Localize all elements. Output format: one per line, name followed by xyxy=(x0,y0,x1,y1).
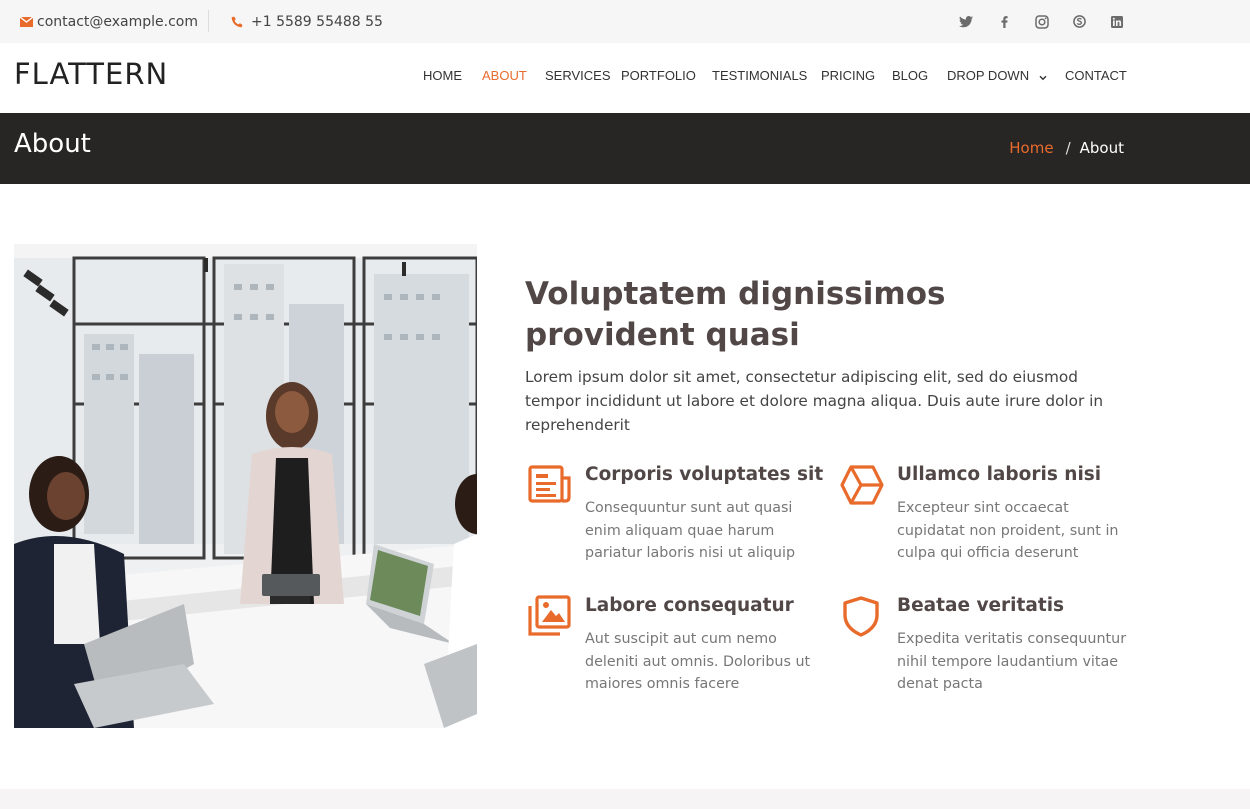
breadcrumb: Home / About xyxy=(1009,139,1124,157)
nav-portfolio[interactable]: PORTFOLIO xyxy=(621,68,696,83)
twitter-icon[interactable] xyxy=(956,0,976,43)
logo[interactable]: FLATTERN xyxy=(14,57,168,91)
feature-item: Corporis voluptates sit Consequuntur sun… xyxy=(525,464,823,574)
nav-dropdown-label: DROP DOWN xyxy=(947,68,1030,83)
breadcrumb-section: About Home / About xyxy=(0,113,1250,184)
top-bar: contact@example.com +1 5589 55488 55 xyxy=(0,0,1250,43)
email-contact[interactable]: contact@example.com xyxy=(19,0,198,43)
cube-icon xyxy=(837,464,885,506)
feature-item: Beatae veritatis Expedita veritatis cons… xyxy=(837,595,1127,705)
feature-text: Excepteur sint occaecat cupidatat non pr… xyxy=(897,500,1119,561)
nav-contact[interactable]: CONTACT xyxy=(1065,68,1127,83)
feature-title: Corporis voluptates sit xyxy=(585,464,824,485)
section-heading: Voluptatem dignissimos provident quasi xyxy=(525,276,946,353)
nav-dropdown[interactable]: DROP DOWN xyxy=(947,68,1047,84)
nav-home[interactable]: HOME xyxy=(423,68,462,83)
email-text: contact@example.com xyxy=(37,13,198,30)
page-title: About xyxy=(14,129,91,159)
divider xyxy=(208,10,209,32)
feature-item: Labore consequatur Aut suscipit aut cum … xyxy=(525,595,815,705)
nav-services[interactable]: SERVICES xyxy=(545,68,611,83)
newspaper-icon xyxy=(525,464,573,506)
breadcrumb-current: About xyxy=(1079,139,1124,157)
chevron-down-icon xyxy=(1039,69,1047,84)
facebook-icon[interactable] xyxy=(994,0,1014,43)
nav-about[interactable]: ABOUT xyxy=(482,68,527,83)
envelope-icon xyxy=(19,15,33,29)
nav-pricing[interactable]: PRICING xyxy=(821,68,875,83)
shield-icon xyxy=(837,595,885,637)
feature-text: Consequuntur sunt aut quasi enim aliquam… xyxy=(585,500,796,561)
site-header: FLATTERN HOME ABOUT SERVICES PORTFOLIO T… xyxy=(0,43,1250,113)
feature-item: Ullamco laboris nisi Excepteur sint occa… xyxy=(837,464,1127,574)
about-image xyxy=(14,244,477,728)
nav-blog[interactable]: BLOG xyxy=(892,68,928,83)
next-section-strip xyxy=(0,789,1250,809)
linkedin-icon[interactable] xyxy=(1107,0,1127,43)
breadcrumb-home[interactable]: Home xyxy=(1009,139,1053,157)
feature-text: Aut suscipit aut cum nemo deleniti aut o… xyxy=(585,631,811,692)
skype-icon[interactable] xyxy=(1069,0,1089,43)
phone-text: +1 5589 55488 55 xyxy=(251,13,383,30)
breadcrumb-separator: / xyxy=(1065,139,1071,157)
feature-title: Labore consequatur xyxy=(585,595,794,616)
instagram-icon[interactable] xyxy=(1032,0,1052,43)
images-icon xyxy=(525,595,573,637)
feature-title: Beatae veritatis xyxy=(897,595,1065,616)
nav-testimonials[interactable]: TESTIMONIALS xyxy=(712,68,807,83)
feature-title: Ullamco laboris nisi xyxy=(897,464,1102,485)
phone-contact[interactable]: +1 5589 55488 55 xyxy=(230,0,383,43)
feature-text: Expedita veritatis consequuntur nihil te… xyxy=(897,631,1127,692)
section-lead: Lorem ipsum dolor sit amet, consectetur … xyxy=(525,368,1104,434)
phone-icon xyxy=(230,15,244,29)
